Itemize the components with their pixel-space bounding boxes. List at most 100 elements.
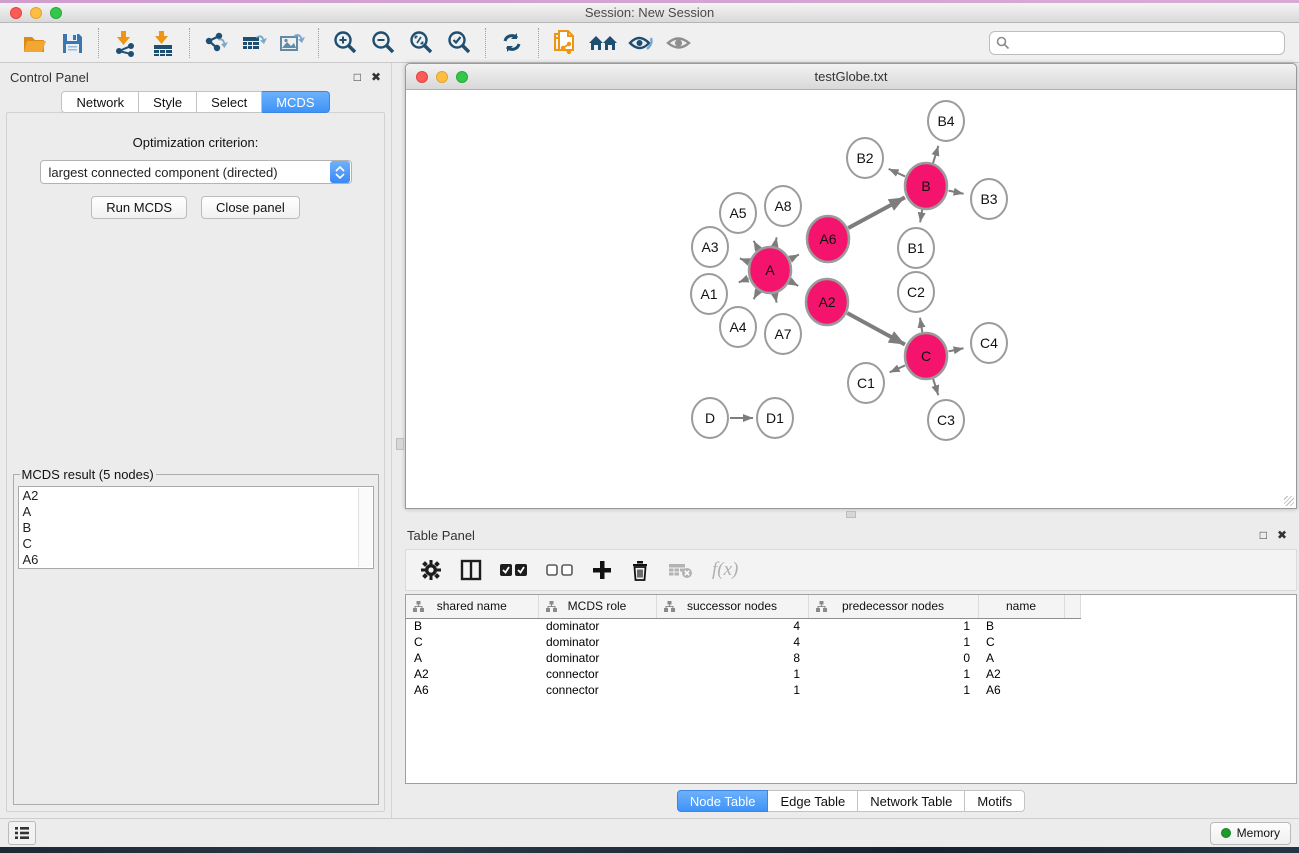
edge-A-A6[interactable] xyxy=(790,255,799,260)
import-network-icon[interactable] xyxy=(108,27,142,59)
node-B[interactable]: B xyxy=(905,163,947,209)
tab-network[interactable]: Network xyxy=(61,91,139,113)
table-cell[interactable]: A6 xyxy=(406,682,538,698)
table-cell[interactable]: 1 xyxy=(808,682,978,698)
tab-motifs[interactable]: Motifs xyxy=(965,790,1025,812)
save-session-icon[interactable] xyxy=(55,27,89,59)
column-header-successor-nodes[interactable]: successor nodes xyxy=(656,595,808,618)
node-B3[interactable]: B3 xyxy=(971,179,1007,219)
table-row[interactable]: Cdominator41C xyxy=(406,634,1080,650)
table-cell[interactable]: 1 xyxy=(656,682,808,698)
show-all-icon[interactable] xyxy=(662,27,696,59)
node-A2[interactable]: A2 xyxy=(806,279,848,325)
node-A5[interactable]: A5 xyxy=(720,193,756,233)
mcds-result-list[interactable]: A2ABCA6 xyxy=(18,486,374,569)
export-table-icon[interactable] xyxy=(237,27,271,59)
node-A7[interactable]: A7 xyxy=(765,314,801,354)
edge-A-A7[interactable] xyxy=(775,293,777,303)
table-cell[interactable]: B xyxy=(406,618,538,634)
table-cell[interactable]: 1 xyxy=(808,666,978,682)
node-A1[interactable]: A1 xyxy=(691,274,727,314)
zoom-in-icon[interactable] xyxy=(328,27,362,59)
deselect-all-checkboxes-icon[interactable] xyxy=(546,563,574,577)
mcds-result-item[interactable]: C xyxy=(23,536,373,552)
column-header-MCDS-role[interactable]: MCDS role xyxy=(538,595,656,618)
memory-button[interactable]: Memory xyxy=(1210,822,1291,845)
edge-A-A8[interactable] xyxy=(775,237,777,247)
float-panel-icon[interactable]: □ xyxy=(1260,528,1267,542)
edge-A-A3[interactable] xyxy=(740,258,749,261)
edge-C-C2[interactable] xyxy=(920,318,922,334)
node-A8[interactable]: A8 xyxy=(765,186,801,226)
node-table[interactable]: shared nameMCDS rolesuccessor nodesprede… xyxy=(405,594,1297,784)
node-A3[interactable]: A3 xyxy=(692,227,728,267)
table-row[interactable]: Adominator80A xyxy=(406,650,1080,666)
table-cell[interactable]: A xyxy=(978,650,1064,666)
table-cell[interactable]: 1 xyxy=(808,618,978,634)
node-C4[interactable]: C4 xyxy=(971,323,1007,363)
export-network-icon[interactable] xyxy=(199,27,233,59)
table-cell[interactable]: A6 xyxy=(978,682,1064,698)
horizontal-split-divider[interactable] xyxy=(392,509,1299,521)
close-panel-icon[interactable]: ✖ xyxy=(1277,528,1287,542)
edge-A6-B[interactable] xyxy=(848,197,905,228)
edge-A-A2[interactable] xyxy=(790,281,798,286)
edge-B-B2[interactable] xyxy=(889,169,905,177)
split-divider-handle[interactable] xyxy=(396,438,404,450)
table-cell[interactable]: 4 xyxy=(656,618,808,634)
mcds-result-item[interactable]: B xyxy=(23,520,373,536)
zoom-fit-icon[interactable] xyxy=(404,27,438,59)
import-table-icon[interactable] xyxy=(146,27,180,59)
node-C[interactable]: C xyxy=(905,333,947,379)
tab-edge-table[interactable]: Edge Table xyxy=(768,790,858,812)
table-cell[interactable]: C xyxy=(406,634,538,650)
run-mcds-button[interactable]: Run MCDS xyxy=(91,196,187,219)
edge-A2-C[interactable] xyxy=(847,313,905,344)
edge-C-C4[interactable] xyxy=(949,348,964,351)
edge-A-A5[interactable] xyxy=(754,241,759,250)
table-cell[interactable]: 4 xyxy=(656,634,808,650)
table-cell[interactable]: connector xyxy=(538,682,656,698)
table-cell[interactable]: 1 xyxy=(656,666,808,682)
table-cell[interactable]: A2 xyxy=(978,666,1064,682)
edge-A-A1[interactable] xyxy=(739,278,749,282)
table-cell[interactable]: 0 xyxy=(808,650,978,666)
edge-B-B4[interactable] xyxy=(933,146,939,164)
hide-selected-icon[interactable] xyxy=(624,27,658,59)
function-builder-icon[interactable]: f(x) xyxy=(712,559,738,581)
tab-mcds[interactable]: MCDS xyxy=(262,91,329,113)
mcds-result-item[interactable]: A6 xyxy=(23,552,373,568)
edge-C-C1[interactable] xyxy=(890,365,905,372)
table-cell[interactable]: 8 xyxy=(656,650,808,666)
table-cell[interactable]: dominator xyxy=(538,650,656,666)
node-B2[interactable]: B2 xyxy=(847,138,883,178)
edge-B-B1[interactable] xyxy=(920,209,922,223)
first-neighbors-icon[interactable] xyxy=(586,27,620,59)
column-header-shared-name[interactable]: shared name xyxy=(406,595,538,618)
node-A[interactable]: A xyxy=(749,247,791,293)
table-cell[interactable]: connector xyxy=(538,666,656,682)
table-settings-gear-icon[interactable] xyxy=(420,559,442,581)
mcds-result-item[interactable]: A2 xyxy=(23,488,373,504)
table-row[interactable]: A2connector11A2 xyxy=(406,666,1080,682)
node-B4[interactable]: B4 xyxy=(928,101,964,141)
tab-style[interactable]: Style xyxy=(139,91,197,113)
node-B1[interactable]: B1 xyxy=(898,228,934,268)
node-C1[interactable]: C1 xyxy=(848,363,884,403)
table-cell[interactable]: C xyxy=(978,634,1064,650)
table-cell[interactable]: B xyxy=(978,618,1064,634)
edge-A-A4[interactable] xyxy=(754,290,759,299)
mcds-result-item[interactable]: A xyxy=(23,504,373,520)
float-panel-icon[interactable]: □ xyxy=(354,70,361,84)
tab-node-table[interactable]: Node Table xyxy=(677,790,769,812)
table-cell[interactable]: A xyxy=(406,650,538,666)
create-column-plus-icon[interactable] xyxy=(592,560,612,580)
scrollbar[interactable] xyxy=(358,488,372,567)
column-header-predecessor-nodes[interactable]: predecessor nodes xyxy=(808,595,978,618)
table-row[interactable]: A6connector11A6 xyxy=(406,682,1080,698)
refresh-icon[interactable] xyxy=(495,27,529,59)
table-cell[interactable]: dominator xyxy=(538,618,656,634)
select-all-checkboxes-icon[interactable] xyxy=(500,563,528,577)
show-columns-icon[interactable] xyxy=(460,559,482,581)
new-network-from-selection-icon[interactable] xyxy=(548,27,582,59)
